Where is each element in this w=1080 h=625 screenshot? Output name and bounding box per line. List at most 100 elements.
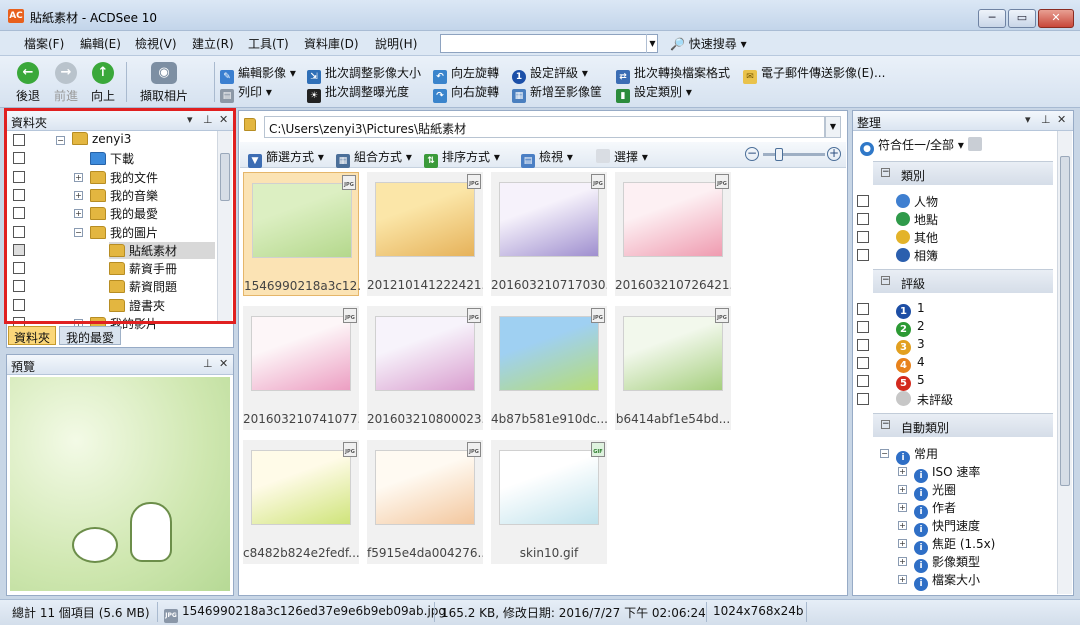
scrollbar-thumb[interactable] xyxy=(1060,156,1070,486)
organize-item[interactable]: 人物 xyxy=(896,193,938,210)
menu-view[interactable]: 檢視(V) xyxy=(135,35,177,52)
expand-toggle-icon[interactable]: + xyxy=(898,485,907,494)
expand-toggle-icon[interactable]: + xyxy=(898,557,907,566)
edit-image-button[interactable]: ✎ 編輯影像 ▾ xyxy=(220,64,296,84)
expand-toggle-icon[interactable]: − xyxy=(880,449,889,458)
forward-button[interactable]: → 前進 xyxy=(46,60,86,104)
filter-checkbox[interactable] xyxy=(857,321,869,333)
organize-item[interactable]: 55 xyxy=(896,373,925,391)
set-rating-button[interactable]: 1 設定評級 ▾ xyxy=(512,64,588,84)
organize-item[interactable]: 其他 xyxy=(896,229,938,246)
group-button[interactable]: ▦ 組合方式 ▾ xyxy=(336,148,412,168)
select-button[interactable]: 選擇 ▾ xyxy=(596,148,648,165)
batch-convert-button[interactable]: ⇄ 批次轉換檔案格式 xyxy=(616,64,730,84)
tab-favorites[interactable]: 我的最愛 xyxy=(59,326,121,345)
thumbnail-item[interactable]: GIF skin10.gif xyxy=(491,440,607,564)
thumbnail-item[interactable]: JPG 4b87b581e910dc... xyxy=(491,306,607,430)
filter-checkbox[interactable] xyxy=(857,357,869,369)
thumbnail-item[interactable]: JPG 201603210800023... xyxy=(367,306,483,430)
thumbnail-item[interactable]: JPG 201210141222421... xyxy=(367,172,483,296)
organize-item[interactable]: 未評級 xyxy=(896,391,953,408)
ratings-section[interactable]: − 評級 xyxy=(873,269,1053,293)
pin-icon[interactable]: ⊥ xyxy=(1041,113,1051,126)
organize-item[interactable]: 11 xyxy=(896,301,925,319)
path-input[interactable]: C:\Users\zenyi3\Pictures\貼紙素材 xyxy=(264,116,825,138)
filter-checkbox[interactable] xyxy=(857,375,869,387)
expand-toggle-icon[interactable]: + xyxy=(898,575,907,584)
filter-checkbox[interactable] xyxy=(857,339,869,351)
view-button[interactable]: ▤ 檢視 ▾ xyxy=(521,148,573,168)
close-button[interactable]: ✕ xyxy=(1038,9,1074,28)
up-button[interactable]: ↑ 向上 xyxy=(83,60,123,104)
filter-checkbox[interactable] xyxy=(857,249,869,261)
set-category-button[interactable]: ▮ 設定類別 ▾ xyxy=(616,83,692,103)
quick-search-button[interactable]: 🔎 快速搜尋 ▾ xyxy=(670,35,747,52)
thumbnail-item[interactable]: JPG 201603210741077... xyxy=(243,306,359,430)
clear-icon[interactable] xyxy=(967,137,982,151)
menu-tools[interactable]: 工具(T) xyxy=(248,35,289,52)
expand-toggle-icon[interactable]: + xyxy=(898,539,907,548)
organize-item[interactable]: 相簿 xyxy=(896,247,938,264)
filter-checkbox[interactable] xyxy=(857,393,869,405)
zoom-in-icon[interactable]: + xyxy=(827,147,841,161)
back-button[interactable]: ← 後退 xyxy=(8,60,48,104)
quick-search-input[interactable] xyxy=(440,34,658,53)
thumbnail-item[interactable]: JPG c8482b824e2fedf... xyxy=(243,440,359,564)
thumbnail-item[interactable]: JPG 201603210726421... xyxy=(615,172,731,296)
categories-section[interactable]: − 類別 xyxy=(873,161,1053,185)
pane-close-icon[interactable]: ✕ xyxy=(1057,113,1066,126)
filter-checkbox[interactable] xyxy=(857,213,869,225)
match-dropdown[interactable]: ● 符合任一/全部 ▾ xyxy=(860,136,986,156)
expand-toggle-icon[interactable]: + xyxy=(898,521,907,530)
pane-close-icon[interactable]: ✕ xyxy=(219,357,228,370)
organize-item[interactable]: i 影像類型 xyxy=(914,553,980,573)
batch-resize-button[interactable]: ⇲ 批次調整影像大小 xyxy=(307,64,421,84)
menu-help[interactable]: 說明(H) xyxy=(375,35,417,52)
organize-item[interactable]: i 檔案大小 xyxy=(914,571,980,591)
organize-item[interactable]: i 快門速度 xyxy=(914,517,980,537)
organize-item[interactable]: 44 xyxy=(896,355,925,373)
thumbnail-item[interactable]: JPG b6414abf1e54bd... xyxy=(615,306,731,430)
thumbnail-item[interactable]: JPG 201603210717030... xyxy=(491,172,607,296)
filter-checkbox[interactable] xyxy=(857,195,869,207)
search-dropdown-button[interactable]: ▼ xyxy=(646,34,658,53)
thumbnail-item[interactable]: JPG f5915e4da004276... xyxy=(367,440,483,564)
organize-scrollbar[interactable] xyxy=(1057,131,1072,594)
zoom-out-icon[interactable]: − xyxy=(745,147,759,161)
organize-item[interactable]: 33 xyxy=(896,337,925,355)
maximize-button[interactable]: ▭ xyxy=(1008,9,1036,28)
organize-item[interactable]: i 作者 xyxy=(914,499,956,519)
thumbnail-item[interactable]: JPG 1546990218a3c12... xyxy=(243,172,360,296)
batch-exposure-button[interactable]: ☀ 批次調整曝光度 xyxy=(307,83,409,103)
menu-file[interactable]: 檔案(F) xyxy=(24,35,64,52)
organize-item[interactable]: 地點 xyxy=(896,211,938,228)
organize-item[interactable]: i 光圈 xyxy=(914,481,956,501)
path-dropdown-button[interactable]: ▼ xyxy=(825,116,841,138)
filter-checkbox[interactable] xyxy=(857,231,869,243)
menu-database[interactable]: 資料庫(D) xyxy=(304,35,359,52)
auto-categories-section[interactable]: − 自動類別 xyxy=(873,413,1053,437)
rotate-left-button[interactable]: ↶ 向左旋轉 xyxy=(433,64,499,84)
menu-edit[interactable]: 編輯(E) xyxy=(80,35,121,52)
organize-item[interactable]: i 焦距 (1.5x) xyxy=(914,535,995,555)
acquire-photos-button[interactable]: ◉ 擷取相片 xyxy=(134,60,194,104)
minimize-button[interactable]: ─ xyxy=(978,9,1006,28)
organize-item[interactable]: 22 xyxy=(896,319,925,337)
add-to-basket-button[interactable]: ▦ 新增至影像筐 xyxy=(512,83,602,103)
pane-menu-icon[interactable]: ▾ xyxy=(1025,113,1031,126)
filter-checkbox[interactable] xyxy=(857,303,869,315)
tab-folders[interactable]: 資料夾 xyxy=(8,326,56,345)
rotate-right-button[interactable]: ↷ 向右旋轉 xyxy=(433,83,499,103)
expand-toggle-icon[interactable]: + xyxy=(898,467,907,476)
sort-button[interactable]: ⇅ 排序方式 ▾ xyxy=(424,148,500,168)
email-images-button[interactable]: ✉ 電子郵件傳送影像(E)... xyxy=(743,64,885,84)
expand-toggle-icon[interactable]: + xyxy=(898,503,907,512)
menu-create[interactable]: 建立(R) xyxy=(192,35,234,52)
pin-icon[interactable]: ⊥ xyxy=(203,357,213,370)
filter-button[interactable]: ▼ 篩選方式 ▾ xyxy=(248,148,324,168)
organize-item[interactable]: i ISO 速率 xyxy=(914,463,980,483)
zoom-slider[interactable] xyxy=(763,153,825,156)
print-button[interactable]: ▤ 列印 ▾ xyxy=(220,83,272,103)
zoom-slider-thumb[interactable] xyxy=(775,148,783,161)
organize-item[interactable]: i 常用 xyxy=(896,445,938,465)
